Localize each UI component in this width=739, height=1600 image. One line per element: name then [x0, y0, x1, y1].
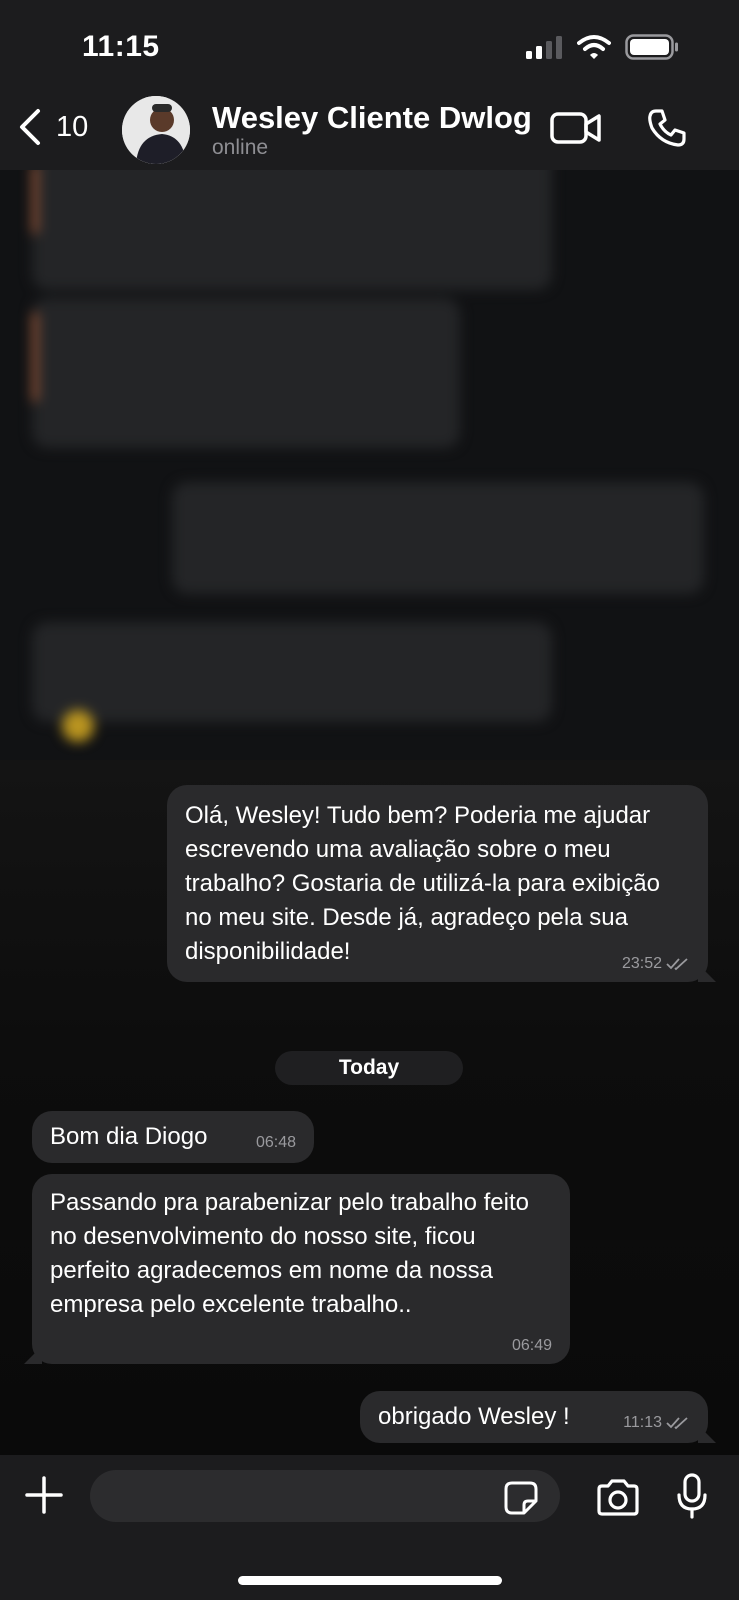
- microphone-icon: [677, 1473, 707, 1519]
- message-text: Passando pra parabenizar pelo trabalho f…: [50, 1189, 529, 1318]
- message-input[interactable]: [90, 1470, 560, 1522]
- message-meta: 23:52: [622, 954, 690, 974]
- contact-status: online: [212, 136, 269, 159]
- outgoing-message[interactable]: Olá, Wesley! Tudo bem? Poderia me ajudar…: [167, 785, 716, 982]
- outgoing-message[interactable]: obrigado Wesley ! 11:13: [360, 1391, 716, 1443]
- wifi-icon: [577, 35, 611, 59]
- home-indicator: [238, 1576, 502, 1585]
- blurred-history: [0, 170, 739, 760]
- camera-button[interactable]: [595, 1479, 641, 1522]
- status-icons: [525, 34, 679, 60]
- double-check-icon: [666, 1417, 688, 1430]
- camera-icon: [597, 1479, 639, 1516]
- message-time: 23:52: [621, 955, 662, 972]
- plus-icon: [25, 1476, 63, 1514]
- double-check-icon: [666, 958, 688, 971]
- signal-icon: [526, 36, 562, 59]
- battery-icon: [625, 34, 678, 60]
- message-meta: 11:13: [623, 1413, 690, 1433]
- attach-button[interactable]: [24, 1475, 64, 1520]
- unread-count: 10: [56, 110, 89, 143]
- chat-header: 11:15 10 Wesley Cliente Dwlog online: [0, 0, 739, 170]
- voice-message-button[interactable]: [676, 1473, 708, 1524]
- sticker-icon: [504, 1481, 538, 1515]
- incoming-message[interactable]: Passando pra parabenizar pelo trabalho f…: [24, 1174, 570, 1364]
- message-meta: 06:49: [512, 1336, 552, 1356]
- contact-name[interactable]: Wesley Cliente Dwlog: [212, 100, 532, 136]
- message-time: 06:49: [511, 1337, 552, 1354]
- message-time: 11:13: [623, 1414, 662, 1431]
- video-call-icon: [550, 112, 601, 144]
- composer-bar: [0, 1455, 739, 1600]
- message-meta: 06:48: [256, 1133, 296, 1153]
- avatar[interactable]: [122, 96, 190, 164]
- message-time: 06:48: [255, 1134, 296, 1151]
- phone-icon: [648, 109, 686, 147]
- video-call-button[interactable]: [550, 110, 602, 151]
- back-button[interactable]: 10: [18, 108, 88, 146]
- incoming-message[interactable]: Bom dia Diogo 06:48: [32, 1111, 314, 1163]
- voice-call-button[interactable]: [647, 108, 687, 153]
- message-text: Olá, Wesley! Tudo bem? Poderia me ajudar…: [185, 802, 660, 965]
- back-chevron-icon: [20, 109, 40, 145]
- day-separator: Today: [275, 1051, 463, 1085]
- sticker-button[interactable]: [503, 1480, 539, 1521]
- status-time: 11:15: [82, 30, 160, 63]
